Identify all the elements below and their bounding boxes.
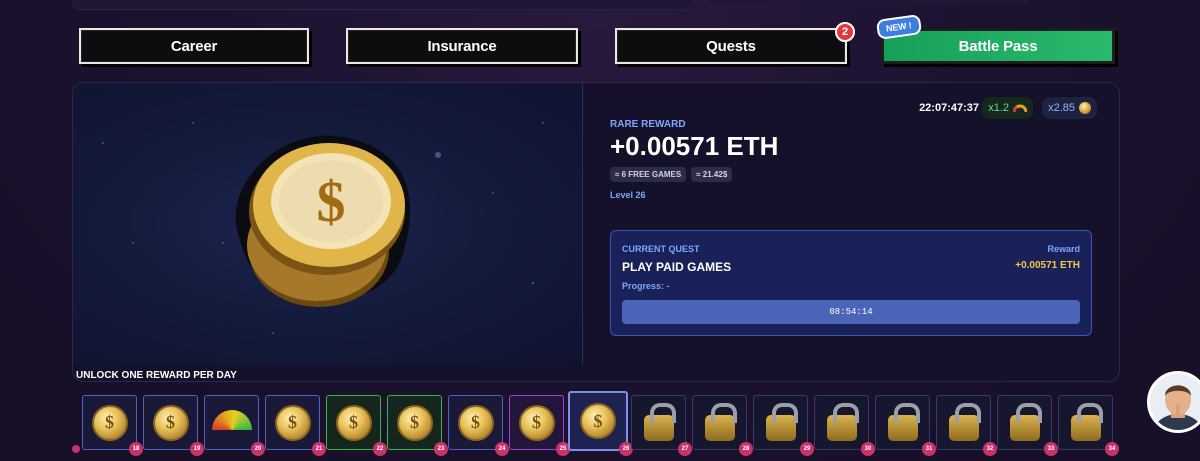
coin-icon: $: [335, 404, 372, 441]
day-tile-33[interactable]: 33: [997, 395, 1058, 456]
multiplier-coin[interactable]: x2.85: [1042, 97, 1097, 119]
day-number: 18: [129, 442, 143, 456]
quests-button[interactable]: Quests 2: [615, 22, 855, 64]
lock-icon: [704, 402, 737, 441]
lock-icon: [1009, 402, 1042, 441]
current-quest-card: CURRENT QUEST PLAY PAID GAMES Progress: …: [610, 230, 1092, 336]
day-tile-31[interactable]: 31: [875, 395, 936, 456]
day-tile-30[interactable]: 30: [814, 395, 875, 456]
day-number: 23: [434, 442, 448, 456]
svg-text:$: $: [317, 169, 346, 234]
quest-reward-value: +0.00571 ETH: [1015, 260, 1080, 271]
day-tile-21[interactable]: $21: [265, 395, 326, 456]
insurance-label: Insurance: [427, 37, 497, 55]
day-number: 27: [678, 442, 692, 456]
quest-countdown-bar: 08:54:14: [622, 300, 1080, 324]
lock-icon: [887, 402, 920, 441]
coin-icon: $: [152, 404, 189, 441]
quest-title: PLAY PAID GAMES: [622, 260, 732, 274]
coin-icon: $: [396, 404, 433, 441]
multiplier-speed[interactable]: x1.2: [982, 97, 1033, 119]
day-tile-22[interactable]: $22: [326, 395, 387, 456]
career-label: Career: [170, 37, 218, 55]
day-number: 34: [1105, 442, 1119, 456]
day-tile-24[interactable]: $24: [448, 395, 509, 456]
lock-icon: [765, 402, 798, 441]
lock-icon: [643, 402, 676, 441]
reward-panel: $ RARE REWARD +0.00571 ETH ≈ 6 FREE GAME…: [72, 82, 1120, 382]
day-number: 33: [1044, 442, 1058, 456]
gold-coin-stack-icon: $: [102, 122, 544, 334]
battle-pass-button[interactable]: Battle Pass NEW !: [875, 14, 1115, 64]
usd-value-chip: ≈ 21.42$: [691, 167, 733, 182]
day-number: 19: [190, 442, 204, 456]
avatar-icon: [1150, 374, 1200, 430]
day-tile-32[interactable]: 32: [936, 395, 997, 456]
coin-icon: [1079, 102, 1091, 114]
quests-label: Quests: [706, 37, 756, 55]
career-button[interactable]: Career: [79, 28, 309, 64]
day-number: 30: [861, 442, 875, 456]
day-number: 24: [495, 442, 509, 456]
day-number: 32: [983, 442, 997, 456]
day-tile-28[interactable]: 28: [692, 395, 753, 456]
free-games-chip: ≈ 6 FREE GAMES: [610, 167, 687, 182]
day-tile-25[interactable]: $25: [509, 395, 570, 456]
gauge-icon: [211, 409, 252, 430]
day-tile-23[interactable]: $23: [387, 395, 448, 456]
coin-icon: $: [457, 404, 494, 441]
day-tile-27[interactable]: 27: [631, 395, 692, 456]
coin-icon: $: [91, 404, 128, 441]
battle-pass-label: Battle Pass: [958, 37, 1038, 55]
insurance-button[interactable]: Insurance: [346, 28, 578, 64]
speedometer-icon: [1013, 104, 1027, 112]
coin-icon: $: [518, 404, 555, 441]
reward-artwork: $: [73, 83, 583, 365]
reward-level: Level 26: [610, 190, 646, 200]
reward-rarity: RARE REWARD: [610, 119, 686, 130]
day-number: 21: [312, 442, 326, 456]
day-number: 31: [922, 442, 936, 456]
reward-chips: ≈ 6 FREE GAMES ≈ 21.42$: [610, 167, 733, 182]
day-number: 29: [800, 442, 814, 456]
day-tile-34[interactable]: 34: [1058, 395, 1119, 456]
season-timer: 22:07:47:37: [919, 102, 979, 114]
lock-icon: [826, 402, 859, 441]
quest-progress: Progress: -: [622, 281, 670, 291]
quest-label: CURRENT QUEST: [622, 244, 700, 254]
lock-icon: [948, 402, 981, 441]
day-tile-18[interactable]: $18: [82, 395, 143, 456]
coin-icon: $: [580, 403, 616, 439]
new-badge: NEW !: [875, 14, 922, 40]
day-number: 20: [251, 442, 265, 456]
day-tile-19[interactable]: $19: [143, 395, 204, 456]
reward-info: RARE REWARD +0.00571 ETH ≈ 6 FREE GAMES …: [610, 83, 1119, 365]
coin-icon: $: [274, 404, 311, 441]
reward-amount: +0.00571 ETH: [610, 131, 779, 161]
multiplier-coin-value: x2.85: [1048, 102, 1075, 114]
quests-count-badge: 2: [835, 22, 855, 42]
day-tile-20[interactable]: 20: [204, 395, 265, 456]
daily-track-title: UNLOCK ONE REWARD PER DAY: [76, 370, 237, 381]
day-tile-29[interactable]: 29: [753, 395, 814, 456]
daily-reward-track[interactable]: $18 $19 20 $21 $22 $23 $24 $25 $26 27 28 29 30 31 32 33…: [72, 391, 1124, 461]
day-number: 28: [739, 442, 753, 456]
day-tile-26[interactable]: $26: [568, 391, 633, 456]
quest-reward-label: Reward: [1047, 244, 1080, 254]
top-panel-edge-right: [708, 0, 1030, 4]
day-number: 22: [373, 442, 387, 456]
multiplier-speed-value: x1.2: [988, 102, 1009, 114]
lock-icon: [1070, 402, 1103, 441]
support-avatar-button[interactable]: [1147, 371, 1200, 433]
day-badge-partial: [72, 445, 80, 453]
top-panel-edge: [72, 0, 692, 10]
